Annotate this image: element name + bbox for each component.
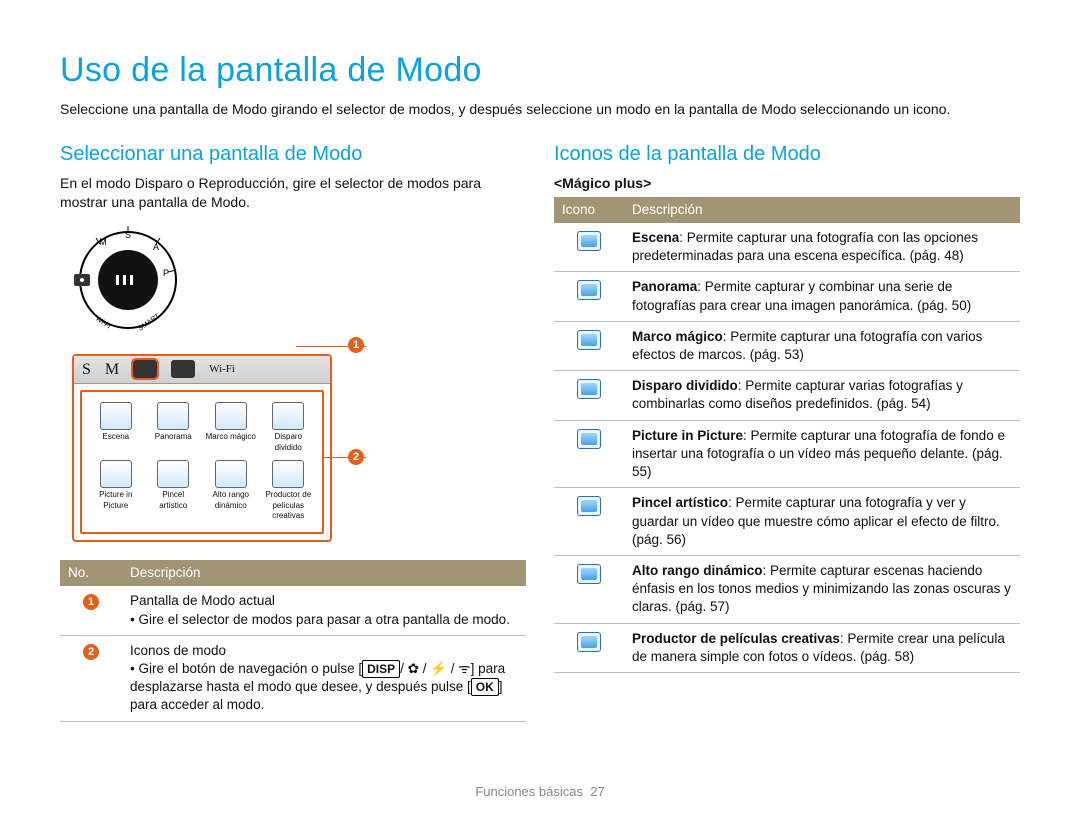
- mode-dial-illustration: S A P M SMART Wi-Fi: [68, 220, 188, 340]
- left-body: En el modo Disparo o Reproducción, gire …: [60, 174, 526, 212]
- th-desc: Descripción: [122, 560, 526, 586]
- mode-icon-dividido: [272, 402, 304, 430]
- callout-2: 2: [348, 449, 364, 465]
- mode-icon-productor: [272, 460, 304, 488]
- video-icon: [171, 360, 195, 378]
- pincel-icon: [577, 496, 601, 516]
- right-heading: Iconos de la pantalla de Modo: [554, 141, 1020, 168]
- right-column: Iconos de la pantalla de Modo <Mágico pl…: [554, 141, 1020, 722]
- page-footer: Funciones básicas 27: [0, 783, 1080, 801]
- camera-icon: [133, 360, 157, 378]
- table-row: Productor de películas creativas: Permit…: [554, 623, 1020, 672]
- row2-title: Iconos de modo: [130, 642, 518, 660]
- row2-badge: 2: [83, 644, 99, 660]
- mode-icon-pincel: [157, 460, 189, 488]
- mode-icon-escena: [100, 402, 132, 430]
- disparo-dividido-icon: [577, 379, 601, 399]
- table-row: 1 Pantalla de Modo actual • Gire el sele…: [60, 586, 526, 635]
- callout-1: 1: [348, 337, 364, 353]
- pip-icon: [577, 429, 601, 449]
- left-table: No. Descripción 1 Pantalla de Modo actua…: [60, 560, 526, 722]
- left-heading: Seleccionar una pantalla de Modo: [60, 141, 526, 168]
- productor-icon: [577, 632, 601, 652]
- row1-badge: 1: [83, 594, 99, 610]
- escena-icon: [577, 231, 601, 251]
- panorama-icon: [577, 280, 601, 300]
- intro-text: Seleccione una pantalla de Modo girando …: [60, 100, 1020, 119]
- table-row: Disparo dividido: Permite capturar varia…: [554, 371, 1020, 420]
- table-row: Marco mágico: Permite capturar una fotog…: [554, 321, 1020, 370]
- table-row: 2 Iconos de modo • Gire el botón de nave…: [60, 635, 526, 721]
- lcd-top-wifi: Wi-Fi: [209, 362, 235, 377]
- table-row: Alto rango dinámico: Permite capturar es…: [554, 555, 1020, 623]
- row1-bullet: Gire el selector de modos para pasar a o…: [138, 612, 509, 627]
- marco-magico-icon: [577, 330, 601, 350]
- right-subhead: <Mágico plus>: [554, 174, 1020, 193]
- mode-screen-illustration: 1 2 S M Wi-Fi Escena Panorama Marco mági…: [72, 354, 332, 543]
- lcd-top-s: S: [82, 359, 91, 381]
- th-icon: Icono: [554, 197, 624, 223]
- table-row: Escena: Permite capturar una fotografía …: [554, 223, 1020, 272]
- lcd-top-m: M: [105, 359, 119, 381]
- table-row: Picture in Picture: Permite capturar una…: [554, 420, 1020, 488]
- svg-text:P: P: [163, 268, 169, 278]
- th-desc2: Descripción: [624, 197, 1020, 223]
- mode-icon-panorama: [157, 402, 189, 430]
- mode-icon-marco: [215, 402, 247, 430]
- page-title: Uso de la pantalla de Modo: [60, 48, 1020, 94]
- ok-button-icon: OK: [471, 678, 499, 696]
- right-table: Icono Descripción Escena: Permite captur…: [554, 197, 1020, 673]
- table-row: Panorama: Permite capturar y combinar un…: [554, 272, 1020, 321]
- mode-icon-hdr: [215, 460, 247, 488]
- row1-title: Pantalla de Modo actual: [130, 592, 518, 610]
- th-no: No.: [60, 560, 122, 586]
- table-row: Pincel artístico: Permite capturar una f…: [554, 488, 1020, 556]
- mode-icon-pip: [100, 460, 132, 488]
- left-column: Seleccionar una pantalla de Modo En el m…: [60, 141, 526, 722]
- hdr-icon: [577, 564, 601, 584]
- disp-button-icon: DISP: [362, 660, 400, 678]
- svg-text:M: M: [99, 237, 107, 247]
